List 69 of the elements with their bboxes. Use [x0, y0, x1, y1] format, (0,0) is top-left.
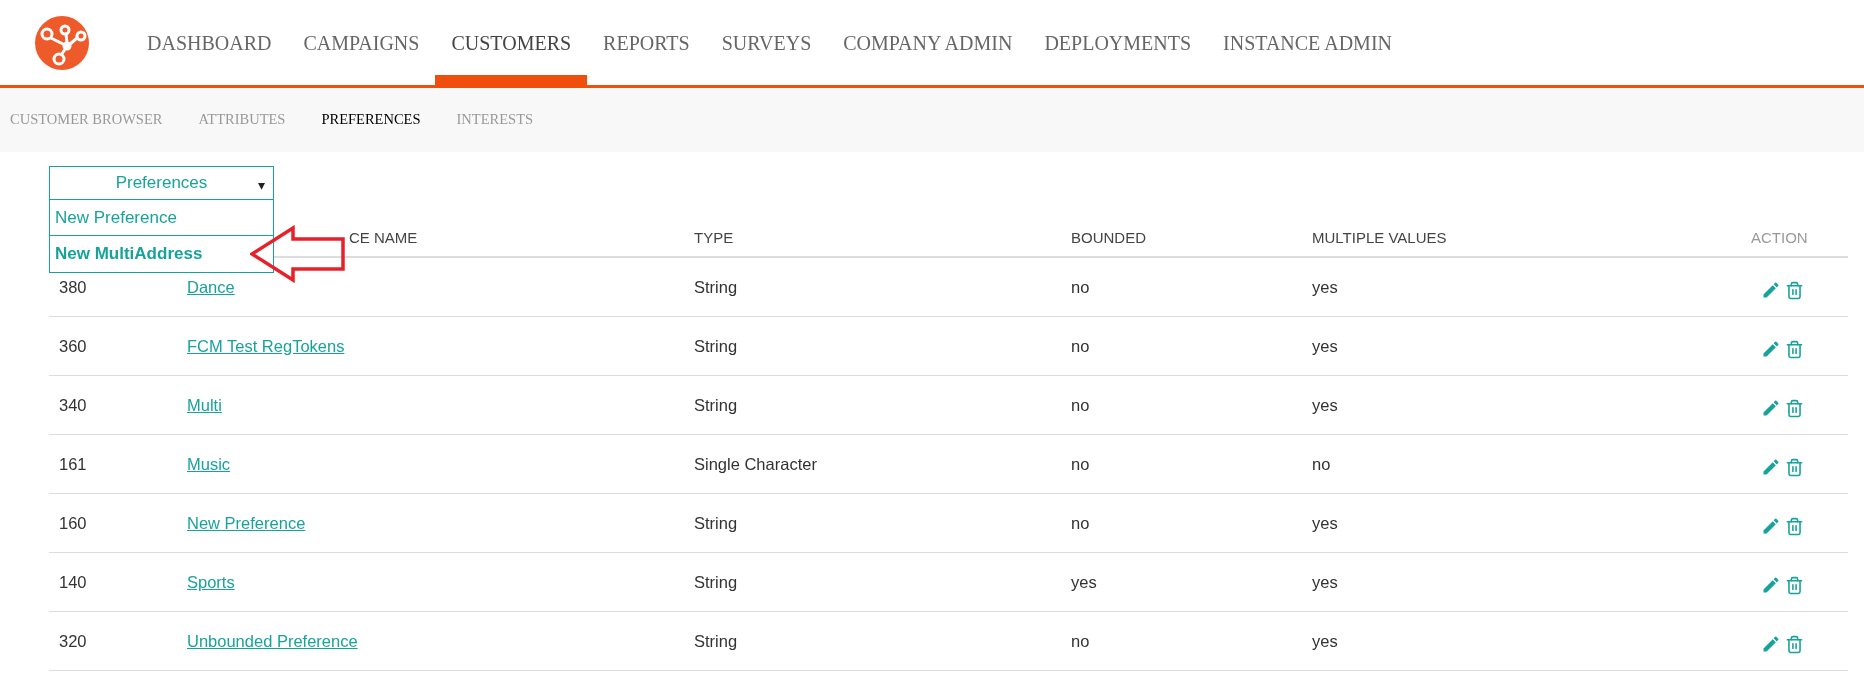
table-cell: 161: [59, 454, 87, 473]
delete-icon[interactable]: [1785, 516, 1804, 536]
preference-link[interactable]: New Preference: [187, 513, 306, 532]
table-cell: 140: [59, 572, 87, 591]
table-cell: no: [1071, 631, 1090, 650]
preference-link[interactable]: Music: [187, 454, 231, 473]
table-cell: no: [1312, 454, 1331, 473]
preference-link[interactable]: Multi: [187, 395, 222, 414]
preference-link[interactable]: Unbounded Preference: [187, 631, 358, 650]
table-cell: yes: [1312, 336, 1338, 355]
preference-link[interactable]: Dance: [187, 277, 235, 296]
edit-icon[interactable]: [1761, 575, 1781, 595]
table-cell: no: [1071, 277, 1090, 296]
table-cell: yes: [1312, 572, 1338, 591]
column-header: ACTION: [1751, 228, 1808, 246]
nav-tab[interactable]: COMPANY ADMIN: [827, 0, 1029, 85]
nav-tab[interactable]: SURVEYS: [705, 0, 828, 85]
dropdown-item[interactable]: New Preference: [50, 200, 273, 236]
subnav-tab[interactable]: INTERESTS: [456, 109, 534, 131]
table-cell: 360: [59, 336, 87, 355]
table-cell: yes: [1312, 631, 1338, 650]
table-cell: String: [694, 395, 738, 414]
preference-link[interactable]: FCM Test RegTokens: [187, 336, 345, 355]
nav-tab[interactable]: DEPLOYMENTS: [1028, 0, 1208, 85]
dropdown-item[interactable]: New MultiAddress: [50, 236, 273, 272]
column-header: CE NAME: [349, 228, 418, 246]
edit-icon[interactable]: [1761, 457, 1781, 477]
table-cell: 380: [59, 277, 87, 296]
edit-icon[interactable]: [1761, 516, 1781, 536]
table-cell: String: [694, 277, 738, 296]
table-cell: 320: [59, 631, 87, 650]
table-cell: String: [694, 631, 738, 650]
table-cell: no: [1071, 513, 1090, 532]
delete-icon[interactable]: [1785, 339, 1804, 359]
delete-icon[interactable]: [1785, 457, 1804, 477]
table-cell: yes: [1312, 395, 1338, 414]
table-cell: String: [694, 572, 738, 591]
edit-icon[interactable]: [1761, 398, 1781, 418]
subnav-tab[interactable]: CUSTOMER BROWSER: [10, 109, 163, 131]
subnav-tab[interactable]: PREFERENCES: [321, 109, 421, 131]
column-header: TYPE: [694, 228, 734, 246]
table-cell: String: [694, 513, 738, 532]
nav-tab[interactable]: CAMPAIGNS: [287, 0, 436, 85]
dropdown-toggle[interactable]: Preferences ▾: [50, 167, 273, 200]
table-cell: yes: [1071, 572, 1097, 591]
table-cell: 340: [59, 395, 87, 414]
logo-icon: [35, 15, 89, 70]
subnav-tab[interactable]: ATTRIBUTES: [198, 109, 286, 131]
edit-icon[interactable]: [1761, 634, 1781, 654]
delete-icon[interactable]: [1785, 575, 1804, 595]
table-cell: yes: [1312, 277, 1338, 296]
delete-icon[interactable]: [1785, 280, 1804, 300]
table-cell: no: [1071, 454, 1090, 473]
edit-icon[interactable]: [1761, 280, 1781, 300]
table-cell: yes: [1312, 513, 1338, 532]
nav-tab[interactable]: DASHBOARD: [131, 0, 288, 85]
table-cell: Single Character: [694, 454, 817, 473]
column-header: MULTIPLE VALUES: [1312, 228, 1447, 246]
table-cell: no: [1071, 336, 1090, 355]
table-cell: no: [1071, 395, 1090, 414]
table-cell: String: [694, 336, 738, 355]
nav-tab[interactable]: INSTANCE ADMIN: [1207, 0, 1408, 85]
nav-tab[interactable]: REPORTS: [587, 0, 706, 85]
table-cell: 160: [59, 513, 87, 532]
preference-link[interactable]: Sports: [187, 572, 235, 591]
column-header: BOUNDED: [1071, 228, 1146, 246]
delete-icon[interactable]: [1785, 398, 1804, 418]
edit-icon[interactable]: [1761, 339, 1781, 359]
delete-icon[interactable]: [1785, 634, 1804, 654]
